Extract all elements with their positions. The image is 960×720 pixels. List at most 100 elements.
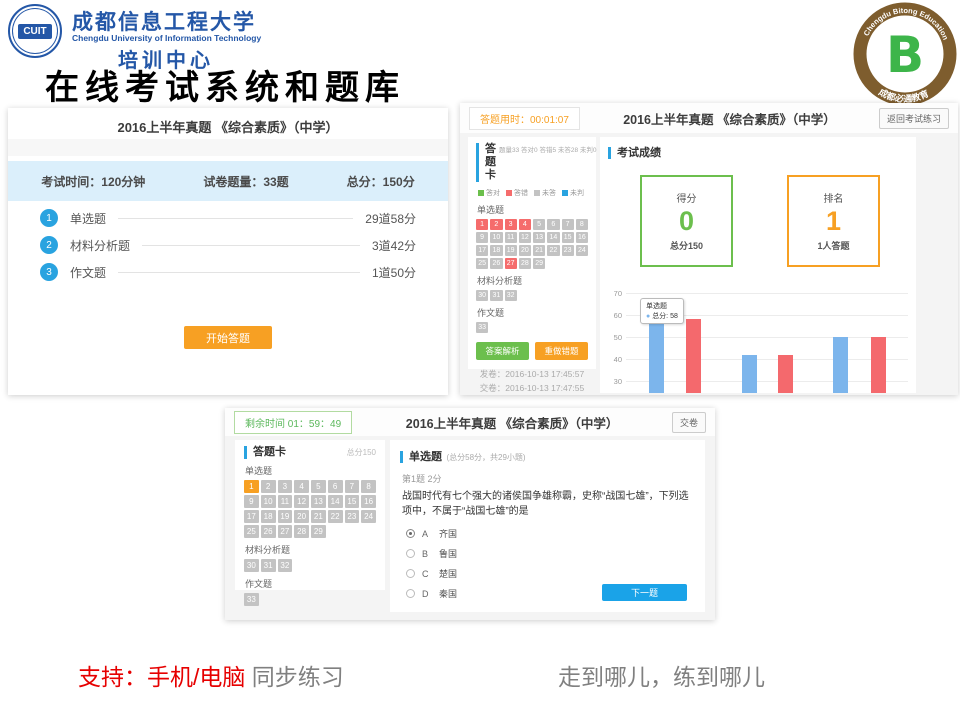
answer-analysis-button[interactable]: 答案解析 xyxy=(476,342,529,360)
answer-cell-25[interactable]: 25 xyxy=(244,525,259,538)
option-letter: B xyxy=(422,549,432,559)
chart-bar-作文题-1[interactable] xyxy=(833,337,848,393)
option-row-A[interactable]: A 齐国 xyxy=(406,527,695,540)
answer-cell-1[interactable]: 1 xyxy=(476,219,488,230)
option-letter: A xyxy=(422,529,432,539)
answer-cell-12[interactable]: 12 xyxy=(519,232,531,243)
answer-cell-2[interactable]: 2 xyxy=(490,219,502,230)
answer-cell-18[interactable]: 18 xyxy=(490,245,502,256)
answer-cell-20[interactable]: 20 xyxy=(294,510,309,523)
answer-cell-12[interactable]: 12 xyxy=(294,495,309,508)
answer-cell-21[interactable]: 21 xyxy=(311,510,326,523)
back-to-practice-button[interactable]: 返回考试练习 xyxy=(879,108,949,129)
answer-cell-31[interactable]: 31 xyxy=(490,290,502,301)
answer-cell-33[interactable]: 33 xyxy=(244,593,259,606)
answer-cell-24[interactable]: 24 xyxy=(361,510,376,523)
answer-cell-33[interactable]: 33 xyxy=(476,322,488,333)
chart-bar-材料分析题-2[interactable] xyxy=(778,355,793,393)
answer-cell-15[interactable]: 15 xyxy=(562,232,574,243)
answer-cell-25[interactable]: 25 xyxy=(476,258,488,269)
answer-cell-26[interactable]: 26 xyxy=(261,525,276,538)
answer-cell-26[interactable]: 26 xyxy=(490,258,502,269)
answer-cell-21[interactable]: 21 xyxy=(533,245,545,256)
chart-bar-材料分析题-1[interactable] xyxy=(742,355,757,393)
answer-cell-11[interactable]: 11 xyxy=(505,232,517,243)
answer-cell-29[interactable]: 29 xyxy=(533,258,545,269)
answer-cell-8[interactable]: 8 xyxy=(361,480,376,493)
answer-cell-16[interactable]: 16 xyxy=(361,495,376,508)
answer-cell-6[interactable]: 6 xyxy=(547,219,559,230)
answer-cell-29[interactable]: 29 xyxy=(311,525,326,538)
chart-bar-单选题-2[interactable] xyxy=(686,319,701,393)
answer-cell-10[interactable]: 10 xyxy=(490,232,502,243)
answer-cell-30[interactable]: 30 xyxy=(244,559,259,572)
answer-cell-14[interactable]: 14 xyxy=(547,232,559,243)
option-row-B[interactable]: B鲁国 xyxy=(406,547,695,560)
answer-cell-16[interactable]: 16 xyxy=(576,232,588,243)
answer-cell-1[interactable]: 1 xyxy=(244,480,259,493)
radio-icon xyxy=(406,589,415,598)
answer-cell-17[interactable]: 17 xyxy=(476,245,488,256)
legend-item-blank: 未答 xyxy=(534,188,556,198)
answer-cell-23[interactable]: 23 xyxy=(562,245,574,256)
legend-square-wrong xyxy=(506,190,512,196)
answer-cell-17[interactable]: 17 xyxy=(244,510,259,523)
answer-cell-7[interactable]: 7 xyxy=(345,480,360,493)
answer-cell-9[interactable]: 9 xyxy=(476,232,488,243)
answer-cell-7[interactable]: 7 xyxy=(562,219,574,230)
answer-cell-grid: 1234567891011121314151617181920212223242… xyxy=(244,480,376,538)
answer-cell-19[interactable]: 19 xyxy=(278,510,293,523)
legend-label: 未判 xyxy=(570,188,584,198)
option-letter: D xyxy=(422,589,432,599)
redo-wrong-button[interactable]: 重做错题 xyxy=(535,342,588,360)
answer-cell-13[interactable]: 13 xyxy=(533,232,545,243)
question-type-note: (总分58分，共29小题) xyxy=(446,453,525,462)
answer-cell-5[interactable]: 5 xyxy=(311,480,326,493)
submit-exam-button[interactable]: 交卷 xyxy=(672,412,706,433)
start-exam-button[interactable]: 开始答题 xyxy=(184,326,272,349)
answer-cell-22[interactable]: 22 xyxy=(547,245,559,256)
chart-bar-作文题-2[interactable] xyxy=(871,337,886,393)
answer-card-buttons: 答案解析 重做错题 xyxy=(476,342,588,360)
option-row-C[interactable]: C楚国 xyxy=(406,567,695,580)
answer-cell-2[interactable]: 2 xyxy=(261,480,276,493)
answer-cell-30[interactable]: 30 xyxy=(476,290,488,301)
score-box: 得分 0 总分150 xyxy=(640,175,733,267)
chart-bar-单选题-1[interactable] xyxy=(649,319,664,393)
answer-cell-27[interactable]: 27 xyxy=(505,258,517,269)
answer-cell-10[interactable]: 10 xyxy=(261,495,276,508)
answer-cell-5[interactable]: 5 xyxy=(533,219,545,230)
answer-cell-3[interactable]: 3 xyxy=(278,480,293,493)
answer-cell-8[interactable]: 8 xyxy=(576,219,588,230)
answer-cell-6[interactable]: 6 xyxy=(328,480,343,493)
question-number: 第1题 2分 xyxy=(402,472,695,485)
answer-cell-20[interactable]: 20 xyxy=(519,245,531,256)
answer-cell-3[interactable]: 3 xyxy=(505,219,517,230)
answer-cell-4[interactable]: 4 xyxy=(294,480,309,493)
option-text: 齐国 xyxy=(439,527,457,540)
answer-cell-31[interactable]: 31 xyxy=(261,559,276,572)
score-total: 总分150 xyxy=(670,239,703,252)
answer-cell-32[interactable]: 32 xyxy=(278,559,293,572)
answer-cell-22[interactable]: 22 xyxy=(328,510,343,523)
answer-cell-28[interactable]: 28 xyxy=(294,525,309,538)
answer-cell-32[interactable]: 32 xyxy=(505,290,517,301)
answer-card-section-label: 单选题 xyxy=(477,203,588,216)
section-row: 3 作文题 1道50分 xyxy=(40,262,416,282)
answer-cell-11[interactable]: 11 xyxy=(278,495,293,508)
answer-cell-14[interactable]: 14 xyxy=(328,495,343,508)
answer-cell-18[interactable]: 18 xyxy=(261,510,276,523)
answer-cell-13[interactable]: 13 xyxy=(311,495,326,508)
answer-cell-19[interactable]: 19 xyxy=(505,245,517,256)
chart-tick-label: 70 xyxy=(600,289,622,298)
answer-cell-4[interactable]: 4 xyxy=(519,219,531,230)
answer-cell-9[interactable]: 9 xyxy=(244,495,259,508)
answer-cell-24[interactable]: 24 xyxy=(576,245,588,256)
section-value: 29道58分 xyxy=(365,210,416,227)
answer-cell-15[interactable]: 15 xyxy=(345,495,360,508)
score-label: 得分 xyxy=(677,190,697,205)
answer-cell-28[interactable]: 28 xyxy=(519,258,531,269)
answer-cell-27[interactable]: 27 xyxy=(278,525,293,538)
next-question-button[interactable]: 下一题 xyxy=(602,584,687,601)
answer-cell-23[interactable]: 23 xyxy=(345,510,360,523)
